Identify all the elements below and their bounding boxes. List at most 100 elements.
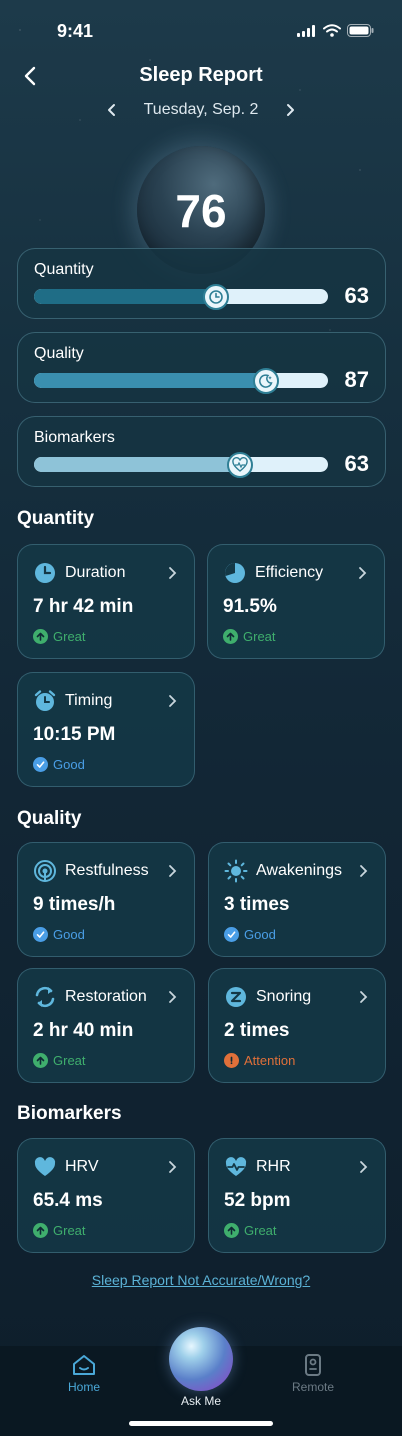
- status-badge: Good: [33, 927, 85, 942]
- chevron-right-icon: [287, 104, 295, 116]
- duration-card[interactable]: Duration 7 hr 42 min Great: [17, 544, 195, 659]
- metric-value: 65.4 ms: [33, 1190, 103, 1211]
- metric-value: 2 hr 40 min: [33, 1020, 134, 1041]
- status-badge: Attention: [224, 1053, 295, 1068]
- quality-score-fill: [34, 373, 267, 388]
- chevron-left-icon: [107, 104, 115, 116]
- refresh-arrows-icon: [33, 985, 57, 1009]
- status-text: Great: [53, 1053, 86, 1068]
- tab-label: Home: [68, 1380, 101, 1394]
- check-icon: [33, 757, 48, 772]
- clock-icon: [209, 290, 224, 304]
- biomarkers-score-fill: [34, 457, 240, 472]
- chevron-right-icon: [164, 861, 180, 881]
- metric-name: HRV: [65, 1158, 99, 1175]
- chevron-right-icon: [355, 861, 371, 881]
- metric-name: Duration: [65, 564, 126, 581]
- metric-name: Restfulness: [65, 862, 149, 879]
- arrow-up-icon: [223, 629, 238, 644]
- metric-name: RHR: [256, 1158, 291, 1175]
- report-inaccurate-link[interactable]: Sleep Report Not Accurate/Wrong?: [0, 1272, 402, 1288]
- check-icon: [224, 927, 239, 942]
- arrow-up-icon: [33, 1053, 48, 1068]
- score-label: Biomarkers: [34, 429, 115, 446]
- metric-value: 10:15 PM: [33, 724, 116, 745]
- arrow-up-icon: [224, 1223, 239, 1238]
- section-title-quantity: Quantity: [17, 508, 95, 529]
- status-icons: [297, 24, 374, 37]
- efficiency-card[interactable]: Efficiency 91.5% Great: [207, 544, 385, 659]
- status-text: Great: [53, 629, 86, 644]
- quantity-score-card[interactable]: Quantity 63: [17, 248, 386, 319]
- battery-icon: [347, 24, 374, 37]
- status-text: Good: [53, 927, 85, 942]
- biomarkers-score-track: [34, 452, 328, 478]
- score-value: 63: [344, 451, 369, 476]
- remote-icon: [305, 1354, 322, 1376]
- status-badge: Great: [33, 1223, 86, 1238]
- metric-name: Efficiency: [255, 564, 324, 581]
- status-text: Great: [53, 1223, 86, 1238]
- biomarkers-score-card[interactable]: Biomarkers 63: [17, 416, 386, 487]
- ask-me-button[interactable]: [169, 1327, 233, 1391]
- check-icon: [33, 927, 48, 942]
- previous-day-button[interactable]: [102, 100, 122, 120]
- exclamation-icon: [224, 1053, 239, 1068]
- tab-label: Remote: [292, 1380, 335, 1394]
- status-text: Good: [244, 927, 276, 942]
- restfulness-icon: [33, 859, 57, 883]
- section-title-biomarkers: Biomarkers: [17, 1103, 122, 1124]
- metric-name: Restoration: [65, 988, 147, 1005]
- heart-icon: [33, 1155, 57, 1179]
- score-label: Quantity: [34, 261, 94, 278]
- tab-home[interactable]: Home: [68, 1354, 100, 1394]
- status-badge: Great: [33, 1053, 86, 1068]
- chevron-right-icon: [354, 563, 370, 583]
- quantity-score-fill: [34, 289, 217, 304]
- tab-remote[interactable]: Remote: [292, 1354, 334, 1394]
- status-time: 9:41: [57, 21, 94, 41]
- awakenings-card[interactable]: Awakenings 3 times Good: [208, 842, 386, 957]
- clock-icon: [33, 561, 57, 585]
- metric-name: Snoring: [256, 988, 312, 1005]
- status-badge: Great: [223, 629, 276, 644]
- status-badge: Great: [33, 629, 86, 644]
- wifi-icon: [323, 24, 341, 37]
- home-indicator: [129, 1421, 273, 1426]
- restoration-card[interactable]: Restoration 2 hr 40 min Great: [17, 968, 195, 1083]
- status-badge: Great: [224, 1223, 277, 1238]
- arrow-up-icon: [33, 1223, 48, 1238]
- metric-name: Awakenings: [256, 862, 342, 879]
- chevron-right-icon: [164, 563, 180, 583]
- sun-icon: [224, 859, 248, 883]
- rhr-card[interactable]: RHR 52 bpm Great: [208, 1138, 386, 1253]
- next-day-button[interactable]: [280, 100, 300, 120]
- quality-score-card[interactable]: Quality 87: [17, 332, 386, 403]
- sleep-score-value: 76: [175, 185, 227, 237]
- chevron-right-icon: [355, 987, 371, 1007]
- quality-score-track: [34, 368, 328, 394]
- arrow-up-icon: [33, 629, 48, 644]
- quantity-score-knob: [203, 284, 230, 310]
- status-text: Attention: [244, 1053, 296, 1068]
- chevron-right-icon: [164, 1157, 180, 1177]
- cellular-signal-icon: [297, 24, 315, 37]
- score-label: Quality: [34, 345, 84, 362]
- quantity-score-track: [34, 284, 328, 310]
- metric-value: 52 bpm: [224, 1190, 291, 1211]
- date-navigator: Tuesday, Sep. 2: [0, 100, 402, 120]
- metric-value: 91.5%: [223, 596, 277, 617]
- status-text: Good: [53, 757, 85, 772]
- chevron-right-icon: [164, 691, 180, 711]
- timing-card[interactable]: Timing 10:15 PM Good: [17, 672, 195, 787]
- heart-pulse-icon: [232, 457, 248, 472]
- biomarkers-score-knob: [226, 452, 253, 478]
- snoring-z-icon: [224, 985, 248, 1009]
- chevron-right-icon: [355, 1157, 371, 1177]
- restfulness-card[interactable]: Restfulness 9 times/h Good: [17, 842, 195, 957]
- hrv-card[interactable]: HRV 65.4 ms Great: [17, 1138, 195, 1253]
- snoring-card[interactable]: Snoring 2 times Attention: [208, 968, 386, 1083]
- quality-score-knob: [253, 368, 280, 394]
- ask-me-label: Ask Me: [180, 1394, 221, 1408]
- score-value: 63: [344, 283, 369, 308]
